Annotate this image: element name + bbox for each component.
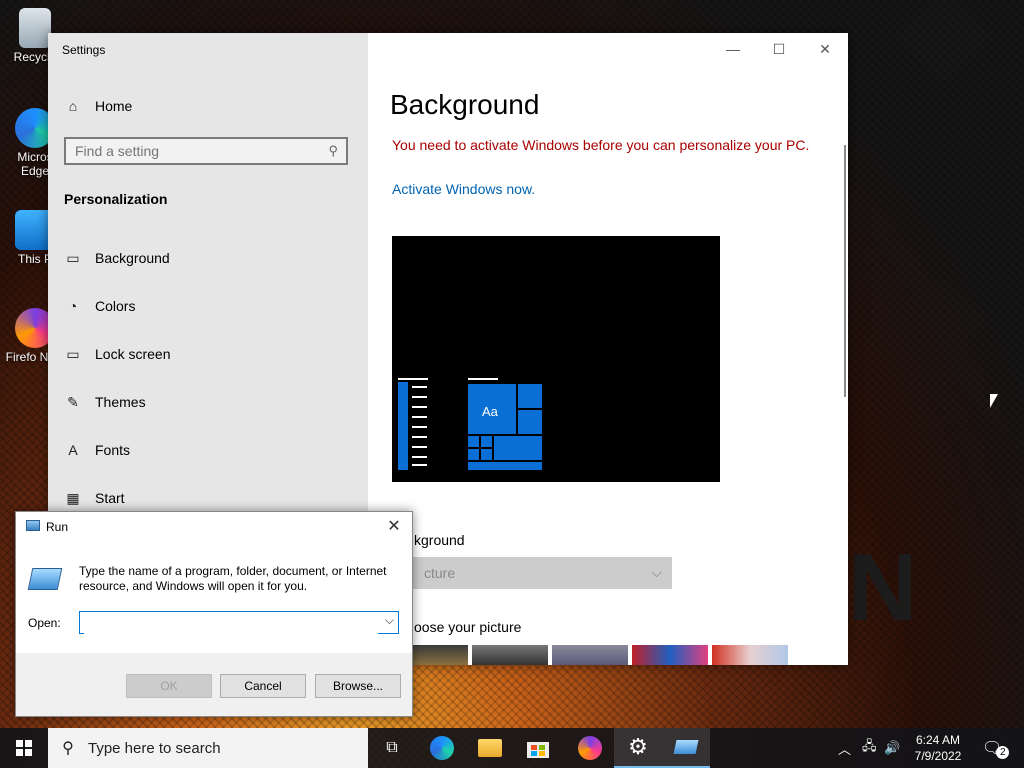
tray-volume[interactable]: 🔊 (884, 728, 900, 768)
picture-thumbnail[interactable] (712, 645, 788, 665)
open-input[interactable] (84, 613, 378, 634)
edge-icon (430, 736, 454, 760)
folder-icon (478, 739, 502, 757)
taskbar-file-explorer[interactable] (466, 728, 514, 768)
clock-time: 6:24 AM (915, 733, 961, 747)
background-preview: Aa (392, 236, 720, 482)
chevron-up-icon: ︿ (838, 741, 852, 757)
wallpaper-letter: N (848, 534, 918, 641)
preview-illustration (398, 378, 542, 470)
network-icon: 🖧 (862, 738, 877, 753)
find-setting-search[interactable]: ⚲ (64, 137, 348, 165)
nav-home-label: Home (95, 98, 133, 114)
recycle-bin-icon (19, 8, 51, 48)
nav-item-label: Start (95, 490, 125, 506)
tray-network[interactable]: 🖧 (862, 728, 877, 768)
task-view-button[interactable]: ⧉ (368, 728, 416, 768)
background-type-dropdown[interactable]: cture ⌵ (392, 557, 672, 589)
chevron-down-icon[interactable]: ⌵ (385, 613, 394, 628)
preview-tile-text: Aa (482, 404, 498, 419)
section-title: Personalization (64, 191, 168, 207)
run-title-icon (26, 520, 40, 531)
search-icon: ⚲ (62, 740, 74, 757)
activate-windows-link[interactable]: Activate Windows now. (392, 181, 535, 197)
tray-chevron[interactable]: ︿ (838, 728, 851, 768)
start-button[interactable] (0, 728, 48, 768)
taskbar-clock[interactable]: 6:24 AM 7/9/2022 (902, 732, 974, 764)
dropdown-value: cture (424, 565, 456, 581)
taskbar-search-box[interactable]: ⚲ Type here to search (48, 728, 368, 768)
firefox-nightly-icon (578, 736, 602, 760)
browse-button[interactable]: Browse... (315, 674, 401, 698)
picture-thumbnail[interactable] (552, 645, 628, 665)
palette-icon: ◔ (68, 298, 78, 314)
taskbar: ⚲ Type here to search ⧉ ⚙ ︿ 🖧 🔊 6:24 AM … (0, 728, 1024, 768)
nav-item-label: Fonts (95, 442, 131, 458)
close-icon: ✕ (387, 518, 401, 535)
taskbar-search-placeholder: Type here to search (88, 739, 221, 757)
search-input[interactable] (66, 142, 317, 160)
choose-picture-label: oose your picture (414, 619, 522, 635)
open-label: Open: (28, 616, 61, 630)
taskbar-run[interactable] (662, 728, 710, 768)
volume-icon: 🔊 (884, 740, 901, 755)
activation-warning: You need to activate Windows before you … (392, 137, 810, 153)
mouse-cursor (990, 394, 998, 408)
themes-icon: ✎ (67, 393, 79, 410)
background-type-label: kground (414, 532, 465, 548)
start-icon: ▦ (66, 489, 80, 506)
nav-item-start[interactable]: ▦ Start (64, 486, 125, 510)
gear-icon: ⚙ (628, 734, 648, 759)
page-title: Background (390, 89, 540, 120)
nav-item-colors[interactable]: ◔ Colors (64, 294, 136, 318)
lock-screen-icon: ▭ (66, 345, 80, 362)
picture-thumbnail[interactable] (632, 645, 708, 665)
run-icon (673, 740, 699, 754)
nav-item-background[interactable]: ▭ Background (64, 246, 170, 270)
search-icon: ⚲ (328, 143, 338, 158)
nav-item-label: Colors (95, 298, 136, 314)
windows-logo-icon (16, 740, 32, 756)
clock-date: 7/9/2022 (914, 749, 962, 763)
window-title: Settings (62, 43, 106, 57)
content-scrollbar[interactable] (844, 145, 846, 397)
nav-item-label: Themes (95, 394, 146, 410)
settings-content: Background You need to activate Windows … (368, 33, 848, 665)
fonts-icon: A (68, 442, 78, 458)
taskbar-firefox[interactable] (566, 728, 614, 768)
cancel-button[interactable]: Cancel (220, 674, 306, 698)
run-dialog: Run ✕ Type the name of a program, folder… (15, 511, 413, 717)
home-icon: ⌂ (68, 98, 78, 114)
taskbar-edge[interactable] (418, 728, 466, 768)
nav-item-label: Background (95, 250, 170, 266)
run-close-button[interactable]: ✕ (382, 516, 406, 536)
nav-home[interactable]: ⌂ Home (64, 94, 133, 118)
run-dialog-title: Run (46, 520, 69, 534)
task-view-icon: ⧉ (386, 739, 398, 756)
action-center-button[interactable]: 🗨 2 (982, 728, 1010, 768)
nav-item-label: Lock screen (95, 346, 171, 362)
chevron-down-icon: ⌵ (651, 564, 662, 580)
nav-item-fonts[interactable]: A Fonts (64, 438, 130, 462)
ok-button[interactable]: OK (126, 674, 212, 698)
open-combobox[interactable]: ⌵ (79, 611, 399, 634)
taskbar-settings[interactable]: ⚙ (614, 728, 662, 768)
run-description: Type the name of a program, folder, docu… (79, 564, 387, 593)
nav-item-lock-screen[interactable]: ▭ Lock screen (64, 342, 170, 366)
notification-icon: 🗨 (982, 740, 1003, 757)
nav-item-themes[interactable]: ✎ Themes (64, 390, 146, 414)
store-icon (527, 742, 549, 758)
image-icon: ▭ (66, 249, 80, 266)
taskbar-store[interactable] (514, 728, 562, 768)
run-program-icon (27, 568, 63, 590)
picture-thumbnail[interactable] (472, 645, 548, 665)
